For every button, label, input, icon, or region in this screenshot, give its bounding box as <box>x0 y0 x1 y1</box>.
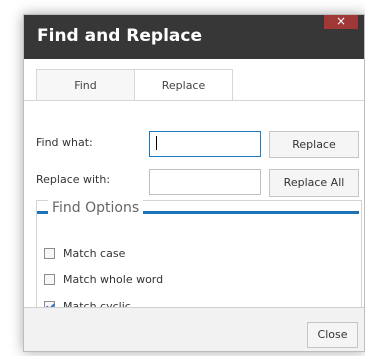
match-whole-word-label: Match whole word <box>63 273 164 286</box>
dialog-content: Find Replace Find what: Replace Replace … <box>24 59 364 327</box>
dialog-footer: Close <box>24 307 364 351</box>
tab-underline <box>24 100 364 101</box>
match-whole-word-checkbox[interactable] <box>44 274 55 285</box>
match-case-checkbox[interactable] <box>44 248 55 259</box>
tab-find[interactable]: Find <box>36 69 135 101</box>
replace-with-label: Replace with: <box>36 173 111 186</box>
dialog-title: Find and Replace <box>37 26 202 46</box>
tab-replace[interactable]: Replace <box>134 69 233 101</box>
tab-bar: Find Replace <box>24 59 364 101</box>
find-replace-dialog: Find and Replace × Find Replace Find wha… <box>23 14 365 352</box>
replace-with-input[interactable] <box>149 169 261 195</box>
close-button[interactable]: Close <box>307 322 358 348</box>
find-what-label: Find what: <box>36 136 93 149</box>
find-what-input[interactable] <box>149 131 261 157</box>
text-caret <box>156 136 157 150</box>
replace-all-button[interactable]: Replace All <box>269 169 359 197</box>
dialog-title-bar: Find and Replace × <box>24 15 364 59</box>
match-case-label: Match case <box>63 247 126 260</box>
close-icon[interactable]: × <box>324 15 358 29</box>
find-options-title: Find Options <box>48 200 144 216</box>
screen: Find and Replace × Find Replace Find wha… <box>0 0 365 356</box>
replace-button[interactable]: Replace <box>269 131 359 158</box>
